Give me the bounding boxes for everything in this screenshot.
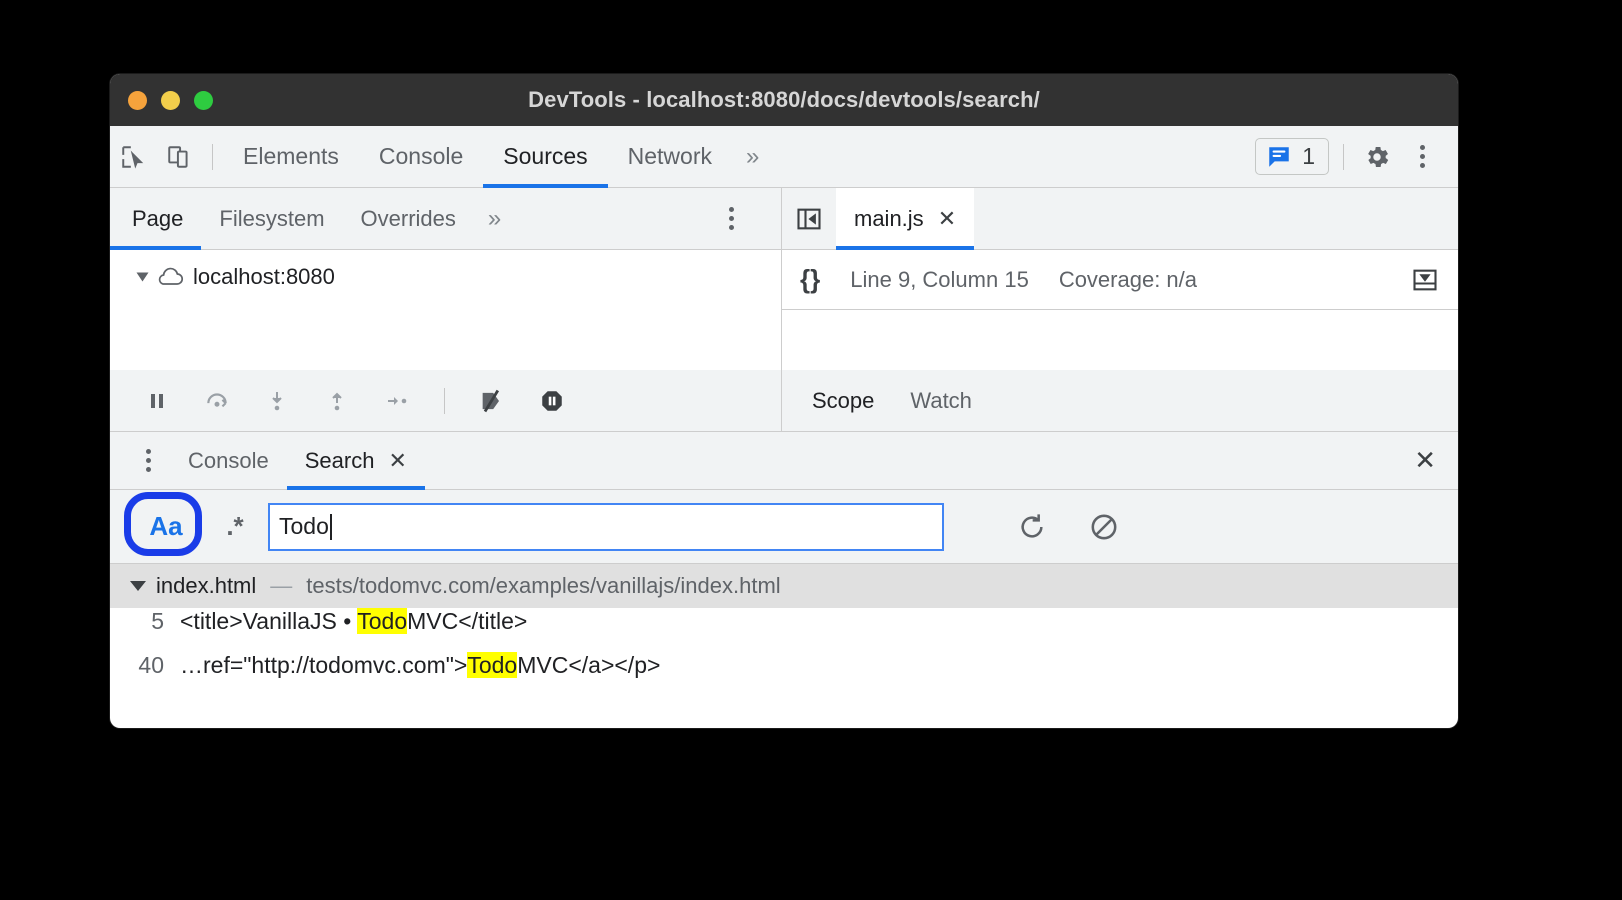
more-tabs-chevron-icon[interactable]: »: [732, 143, 773, 171]
refresh-icon[interactable]: [1016, 511, 1048, 543]
drawer-tabbar: Console Search ✕ ✕: [110, 432, 1458, 490]
minimize-window-button[interactable]: [161, 90, 180, 110]
use-regex-button[interactable]: .*: [208, 511, 262, 542]
result-line-text: <title>VanillaJS • TodoMVC</title>: [180, 608, 527, 635]
step-into-button[interactable]: [254, 378, 300, 424]
nav-tab-page[interactable]: Page: [110, 188, 202, 250]
message-count: 1: [1302, 143, 1315, 169]
search-input-value: Todo: [279, 513, 329, 539]
result-file-path: tests/todomvc.com/examples/vanillajs/ind…: [306, 573, 781, 598]
result-line-number: 40: [138, 652, 164, 678]
search-actions: [1016, 511, 1120, 543]
close-drawer-icon[interactable]: ✕: [1414, 445, 1436, 476]
result-file-name: index.html: [156, 573, 257, 598]
window-titlebar: DevTools - localhost:8080/docs/devtools/…: [110, 74, 1458, 126]
expand-triangle-icon[interactable]: [136, 272, 149, 282]
debugger-toolbar-row: Scope Watch: [110, 370, 1458, 432]
resume-button[interactable]: [134, 378, 180, 424]
navigator-tabbar: Page Filesystem Overrides »: [110, 188, 781, 250]
window-title: DevTools - localhost:8080/docs/devtools/…: [528, 87, 1040, 112]
drawer-more-options-icon[interactable]: [126, 449, 170, 472]
tab-sources[interactable]: Sources: [483, 126, 609, 188]
coverage-status: Coverage: n/a: [1058, 266, 1198, 292]
navigator-tree-item-label: localhost:8080: [193, 264, 335, 289]
step-over-button[interactable]: [194, 378, 240, 424]
search-toolbar: Aa .* Todo: [110, 490, 1458, 564]
pretty-print-icon[interactable]: {}: [800, 264, 820, 295]
nav-more-options-icon[interactable]: [709, 207, 753, 230]
result-list: 5 <title>VanillaJS • TodoMVC</title> 40 …: [110, 608, 1458, 696]
step-button[interactable]: [374, 378, 420, 424]
match-case-button[interactable]: Aa: [135, 503, 197, 550]
editor-tab-mainjs[interactable]: main.js ✕: [836, 187, 975, 250]
editor-tabbar: main.js ✕: [782, 187, 1458, 250]
sources-panel: Page Filesystem Overrides » localhost:80…: [110, 187, 1458, 370]
editor-status-line: {} Line 9, Column 15 Coverage: n/a: [782, 250, 1458, 310]
clear-icon[interactable]: [1088, 511, 1120, 543]
message-count-badge[interactable]: 1: [1255, 138, 1329, 175]
device-toolbar-icon[interactable]: [156, 134, 202, 180]
result-suffix: MVC</a></p>: [517, 652, 661, 678]
step-out-button[interactable]: [314, 378, 360, 424]
drawer-tab-search-label: Search: [304, 447, 375, 473]
main-more-options-icon[interactable]: [1400, 145, 1444, 168]
screenshot-root: DevTools - localhost:8080/docs/devtools/…: [0, 0, 1622, 900]
gear-icon[interactable]: [1354, 134, 1400, 180]
traffic-lights: [128, 90, 213, 110]
side-pane-tabbar: Scope Watch: [782, 370, 1458, 431]
tab-network[interactable]: Network: [608, 126, 732, 188]
debugger-controls: [110, 370, 782, 431]
message-icon: [1269, 146, 1289, 167]
editor-tab-label: main.js: [854, 205, 924, 231]
tab-console[interactable]: Console: [359, 126, 483, 188]
show-navigator-icon[interactable]: [782, 196, 836, 242]
editor-pane: main.js ✕ {} Line 9, Column 15 Coverage:…: [782, 187, 1458, 370]
navigator-pane: Page Filesystem Overrides » localhost:80…: [110, 188, 782, 370]
devtools-main-toolbar: Elements Console Sources Network » 1: [110, 126, 1458, 188]
nav-tab-filesystem[interactable]: Filesystem: [201, 188, 342, 250]
result-prefix: <title>VanillaJS •: [180, 608, 358, 634]
side-tab-watch[interactable]: Watch: [892, 371, 990, 431]
collapse-triangle-icon[interactable]: [130, 581, 146, 591]
result-file-separator: —: [270, 573, 293, 598]
cursor-position: Line 9, Column 15: [850, 266, 1029, 292]
nav-tab-overrides[interactable]: Overrides: [343, 188, 474, 250]
search-input[interactable]: Todo: [268, 502, 944, 551]
result-match: Todo: [357, 608, 408, 634]
result-match: Todo: [467, 652, 518, 678]
close-icon[interactable]: ✕: [388, 449, 406, 472]
devtools-window: DevTools - localhost:8080/docs/devtools/…: [110, 74, 1458, 728]
result-line-number: 5: [151, 608, 164, 634]
tab-elements[interactable]: Elements: [223, 126, 359, 188]
navigator-tree-item-localhost[interactable]: localhost:8080: [110, 250, 781, 290]
inspect-element-icon[interactable]: [110, 134, 156, 180]
result-suffix: MVC</title>: [407, 608, 528, 634]
pause-on-exceptions-button[interactable]: [529, 378, 575, 424]
match-case-wrapper: Aa: [124, 491, 202, 556]
result-file-header[interactable]: index.html — tests/todomvc.com/examples/…: [110, 564, 1458, 608]
result-row[interactable]: 40 …ref="http://todomvc.com">TodoMVC</a>…: [110, 652, 1458, 696]
result-line-text: …ref="http://todomvc.com">TodoMVC</a></p…: [180, 652, 660, 679]
debugger-divider: [444, 387, 445, 414]
close-icon[interactable]: ✕: [938, 207, 956, 230]
result-row[interactable]: 5 <title>VanillaJS • TodoMVC</title>: [110, 608, 1458, 652]
close-window-button[interactable]: [128, 90, 147, 110]
deactivate-breakpoints-button[interactable]: [469, 378, 515, 424]
zoom-window-button[interactable]: [194, 90, 213, 110]
drawer-tab-console[interactable]: Console: [170, 432, 287, 490]
drawer-tab-search[interactable]: Search ✕: [286, 432, 426, 490]
cloud-icon: [158, 267, 184, 285]
toolbar-divider: [212, 143, 213, 170]
side-tab-scope[interactable]: Scope: [794, 371, 892, 431]
text-caret: [329, 513, 332, 540]
nav-more-tabs-chevron-icon[interactable]: »: [474, 205, 515, 233]
show-drawer-icon[interactable]: [1410, 266, 1440, 294]
toolbar-divider-right: [1343, 143, 1344, 170]
result-prefix: …ref="http://todomvc.com">: [180, 652, 468, 678]
